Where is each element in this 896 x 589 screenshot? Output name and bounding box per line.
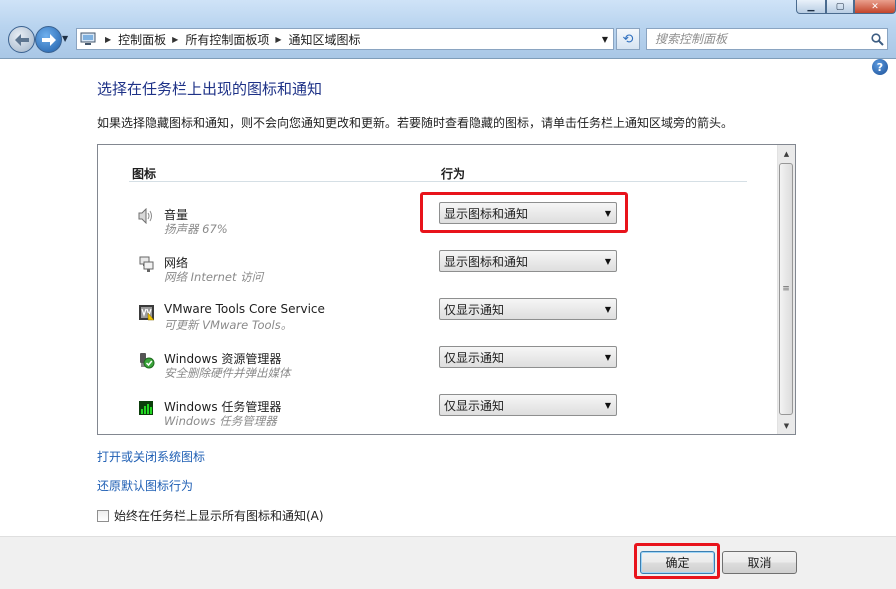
chevron-down-icon: ▼: [62, 34, 69, 43]
table-row: Windows 资源管理器 安全删除硬件并弹出媒体 仅显示通知 ▼: [98, 346, 778, 386]
column-header-icon: 图标: [132, 167, 157, 181]
close-icon: ✕: [871, 1, 879, 12]
chevron-down-icon: ▼: [604, 352, 612, 362]
behavior-select-value: 仅显示通知: [444, 302, 505, 317]
refresh-button[interactable]: ⟲: [616, 28, 640, 50]
control-panel-icon: [77, 29, 99, 49]
behavior-select-network[interactable]: 显示图标和通知 ▼: [439, 250, 617, 272]
breadcrumb-separator-icon[interactable]: ▶: [99, 35, 118, 44]
search-box[interactable]: [646, 28, 888, 50]
behavior-select-value: 仅显示通知: [444, 350, 505, 365]
search-icon[interactable]: [867, 32, 887, 46]
breadcrumb-separator-icon[interactable]: ▶: [166, 35, 185, 44]
chevron-up-icon: ▲: [783, 149, 790, 158]
minimize-button[interactable]: ▁: [796, 0, 826, 14]
behavior-select-explorer[interactable]: 仅显示通知 ▼: [439, 346, 617, 368]
table-row: 网络 网络 Internet 访问 显示图标和通知 ▼: [98, 250, 778, 290]
row-subtitle: 可更新 VMware Tools。: [164, 318, 293, 332]
arrow-left-icon: [14, 33, 29, 46]
column-header-behavior: 行为: [441, 167, 466, 181]
forward-button[interactable]: [35, 26, 62, 53]
vmware-icon: [137, 303, 155, 321]
usb-safe-remove-icon: [137, 351, 155, 369]
chevron-down-icon: ▼: [604, 304, 612, 314]
behavior-select-vmware[interactable]: 仅显示通知 ▼: [439, 298, 617, 320]
chevron-down-icon: ▼: [601, 34, 609, 44]
breadcrumb-item-control-panel[interactable]: 控制面板: [118, 31, 166, 48]
table-row: Windows 任务管理器 Windows 任务管理器 仅显示通知 ▼: [98, 394, 778, 434]
breadcrumb-item-all-items[interactable]: 所有控制面板项: [185, 31, 269, 48]
page-description: 如果选择隐藏图标和通知，则不会向您通知更改和更新。若要随时查看隐藏的图标，请单击…: [97, 116, 734, 130]
scroll-up-button[interactable]: ▲: [778, 145, 795, 162]
row-subtitle: 扬声器 67%: [164, 222, 228, 236]
recent-pages-dropdown[interactable]: ▼: [62, 34, 68, 43]
notification-icons-list: 图标 行为 音量 扬声器 67% 显示图标和通知 ▼ 网络 网络 Interne…: [97, 144, 796, 435]
chevron-down-icon: ▼: [604, 256, 612, 266]
table-row: VMware Tools Core Service 可更新 VMware Too…: [98, 298, 778, 338]
search-input[interactable]: [647, 29, 867, 49]
page-title: 选择在任务栏上出现的图标和通知: [97, 80, 323, 98]
row-subtitle: 网络 Internet 访问: [164, 270, 264, 284]
cancel-button[interactable]: 取消: [722, 551, 797, 574]
back-button[interactable]: [8, 26, 35, 53]
help-icon: ?: [876, 60, 884, 74]
breadcrumb-item-notification-icons[interactable]: 通知区域图标: [289, 31, 361, 48]
maximize-button[interactable]: ▢: [826, 0, 854, 14]
minimize-icon: ▁: [807, 1, 815, 12]
row-subtitle: Windows 任务管理器: [164, 414, 277, 428]
help-button[interactable]: ?: [872, 59, 888, 75]
maximize-icon: ▢: [835, 1, 845, 12]
network-icon: [137, 255, 155, 273]
list-scrollbar[interactable]: ▲ ≡ ▼: [777, 145, 795, 434]
highlight-frame: [420, 192, 628, 233]
refresh-icon: ⟲: [622, 31, 634, 47]
behavior-select-value: 显示图标和通知: [444, 254, 529, 269]
grip-icon: ≡: [782, 284, 790, 294]
chevron-down-icon: ▼: [783, 421, 790, 430]
scroll-thumb[interactable]: ≡: [779, 163, 793, 415]
arrow-right-icon: [41, 33, 56, 46]
behavior-select-task-manager[interactable]: 仅显示通知 ▼: [439, 394, 617, 416]
dialog-footer: 确定 取消: [0, 536, 896, 589]
restore-defaults-link[interactable]: 还原默认图标行为: [97, 477, 193, 494]
breadcrumb: ▶ 控制面板 ▶ 所有控制面板项 ▶ 通知区域图标: [99, 29, 361, 49]
window-chrome: ▁ ▢ ✕ ▼ ▶ 控制面板 ▶ 所有控制面板项 ▶ 通知区域图标 ▼ ⟲ 搜索…: [0, 0, 896, 59]
task-manager-icon: [137, 399, 155, 417]
system-icons-link[interactable]: 打开或关闭系统图标: [97, 448, 205, 465]
address-dropdown[interactable]: ▼: [597, 29, 613, 49]
close-button[interactable]: ✕: [854, 0, 896, 14]
speaker-icon: [137, 207, 155, 225]
row-name: VMware Tools Core Service: [164, 302, 325, 316]
behavior-select-value: 仅显示通知: [444, 398, 505, 413]
highlight-frame: [634, 543, 720, 579]
always-show-checkbox[interactable]: [97, 509, 109, 522]
address-bar[interactable]: ▶ 控制面板 ▶ 所有控制面板项 ▶ 通知区域图标 ▼: [76, 28, 614, 50]
scroll-down-button[interactable]: ▼: [778, 417, 795, 434]
chevron-down-icon: ▼: [604, 400, 612, 410]
always-show-label[interactable]: 始终在任务栏上显示所有图标和通知(A): [114, 507, 324, 524]
always-show-option[interactable]: 始终在任务栏上显示所有图标和通知(A): [97, 507, 324, 524]
header-divider: [129, 181, 747, 182]
breadcrumb-separator-icon[interactable]: ▶: [269, 35, 288, 44]
window-controls: ▁ ▢ ✕: [796, 0, 896, 14]
row-subtitle: 安全删除硬件并弹出媒体: [164, 366, 291, 380]
